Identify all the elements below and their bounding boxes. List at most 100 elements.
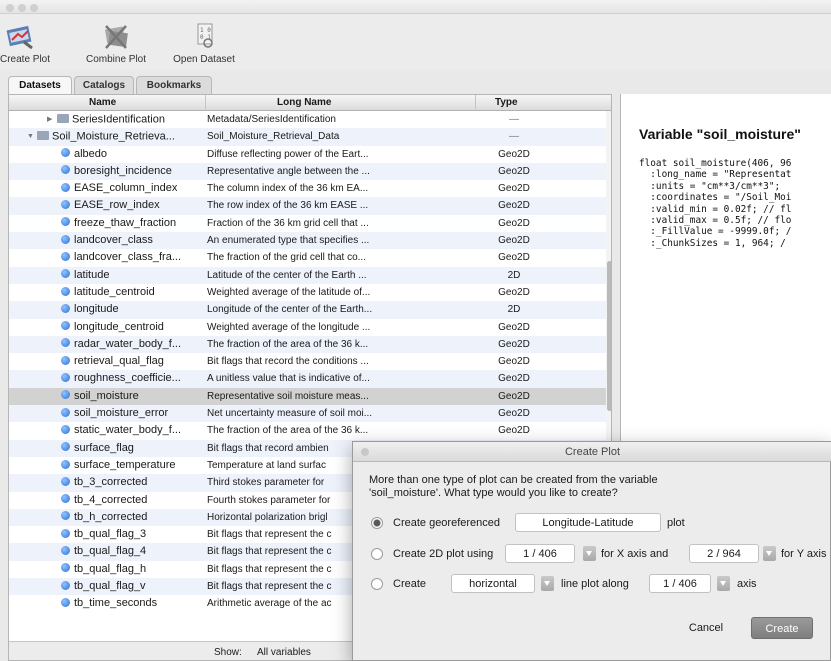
row-name-cell: tb_qual_flag_4 [9,543,205,560]
row-name-cell: tb_qual_flag_3 [9,526,205,543]
create-plot-button[interactable]: Create Plot [0,22,51,65]
cancel-button[interactable]: Cancel [673,617,739,639]
row-long-name: Longitude of the center of the Earth... [207,304,373,316]
table-row[interactable]: albedo Diffuse reflecting power of the Ea… [9,146,611,163]
variable-icon [61,528,70,538]
column-header-long-name[interactable]: Long Name [277,97,331,108]
option-line-plot-suffix: axis [737,578,757,590]
scrollbar-thumb[interactable] [607,261,611,411]
window-controls[interactable] [6,3,46,12]
line-axis-field[interactable]: 1 / 406 [649,574,711,593]
create-button[interactable]: Create [751,617,813,639]
column-header-name[interactable]: Name [89,97,116,108]
row-name-cell: longitude_centroid [9,319,205,336]
dialog-title: Create Plot [564,446,621,458]
georef-projection-select[interactable]: Longitude-Latitude [515,513,661,532]
variable-icon [61,390,70,400]
toolbar: Create Plot Combine Plot 1 0 0 1 Open Da… [0,14,831,70]
create-plot-label: Create Plot [0,54,51,65]
column-header-type[interactable]: Type [495,97,518,108]
radio-line-plot[interactable] [371,578,383,590]
row-type: Geo2D [498,252,530,264]
table-row[interactable]: soil_moisture Representative soil moistur… [9,387,611,406]
row-name: radar_water_body_f... [74,337,182,350]
row-name: tb_h_corrected [74,510,148,523]
variable-icon [61,511,70,521]
row-long-name: The fraction of the area of the 36 k... [207,338,369,350]
table-row[interactable]: latitude_centroid Weighted average of the… [9,284,611,301]
tab-catalogs[interactable]: Catalogs [74,76,134,94]
combine-plot-icon [100,22,132,52]
radio-2d-plot[interactable] [371,548,383,560]
variable-icon [61,580,70,590]
window-titlebar [0,0,831,14]
table-row[interactable]: landcover_class_fra... The fraction of th… [9,249,611,266]
table-row[interactable]: EASE_row_index The row index of the 36 km… [9,197,611,215]
table-row[interactable]: roughness_coefficie... A unitless value t… [9,370,611,388]
dialog-close-button[interactable] [361,448,369,456]
row-type: — [509,131,519,143]
row-name-cell: tb_h_corrected [9,509,205,526]
row-name: landcover_class_fra... [74,251,181,264]
table-row[interactable]: EASE_column_index The column index of the… [9,180,611,197]
table-row[interactable]: boresight_incidence Representative angle … [9,162,611,181]
x-axis-field[interactable]: 1 / 406 [505,544,575,563]
row-long-name: Net uncertainty measure of soil moi... [207,408,373,420]
tab-datasets[interactable]: Datasets [8,76,72,94]
row-name: surface_flag [74,441,134,454]
dialog-titlebar: Create Plot [353,442,831,462]
row-long-name: Representative soil moisture meas... [207,390,369,402]
variable-icon [61,546,70,556]
row-type: Geo2D [498,235,530,247]
variable-icon [61,165,70,175]
show-filter-select[interactable]: All variables [251,645,317,660]
row-name-cell: landcover_class_fra... [9,249,205,266]
table-row[interactable]: longitude Longitude of the center of the … [9,301,611,319]
disclosure-open-icon[interactable]: ▼ [27,128,37,145]
x-axis-dropdown-icon[interactable] [583,546,596,561]
open-dataset-button[interactable]: 1 0 0 1 Open Dataset [168,22,240,65]
row-name: albedo [74,147,108,160]
orientation-dropdown-icon[interactable] [541,576,554,591]
row-name: surface_temperature [74,458,176,471]
table-row[interactable]: ▶ SeriesIdentification Metadata/SeriesIden… [9,111,611,128]
row-name: latitude [74,268,110,281]
row-name: longitude_centroid [74,320,164,333]
table-row[interactable]: landcover_class An enumerated type that s… [9,232,611,250]
tab-bookmarks[interactable]: Bookmarks [136,76,212,94]
row-name-cell: tb_qual_flag_v [9,578,205,595]
y-axis-dropdown-icon[interactable] [763,546,776,561]
row-name-cell: static_water_body_f... [9,422,205,439]
row-name: EASE_column_index [74,182,178,195]
row-name: soil_moisture [74,389,139,402]
row-name: tb_qual_flag_v [74,580,146,593]
group-folder-icon [37,131,49,141]
row-type: Geo2D [498,408,530,420]
table-row[interactable]: static_water_body_f... The fraction of th… [9,422,611,439]
row-name-cell: EASE_row_index [9,197,205,214]
disclosure-closed-icon[interactable]: ▶ [47,111,57,128]
variable-icon [61,355,70,365]
variable-icon [61,424,70,434]
table-row[interactable]: radar_water_body_f... The fraction of the… [9,335,611,354]
combine-plot-button[interactable]: Combine Plot [80,22,152,65]
table-row[interactable]: retrieval_qual_flag Bit flags that record… [9,353,611,370]
variable-icon [61,407,70,417]
table-row[interactable]: longitude_centroid Weighted average of th… [9,319,611,336]
y-axis-field[interactable]: 2 / 964 [689,544,759,563]
table-row[interactable]: soil_moisture_error Net uncertainty measu… [9,405,611,423]
variable-title: Variable "soil_moisture" [639,126,801,142]
row-name-cell: tb_time_seconds [9,595,205,612]
row-name: tb_3_corrected [74,476,148,489]
row-long-name: The fraction of the grid cell that co... [207,252,366,264]
row-name: soil_moisture_error [74,407,169,420]
table-row[interactable]: latitude Latitude of the center of the Ea… [9,266,611,284]
row-name: Soil_Moisture_Retrieva... [52,130,175,143]
table-row[interactable]: ▼ Soil_Moisture_Retrieva... Soil_Moisture_… [9,128,611,146]
radio-georeferenced[interactable] [371,517,383,529]
table-row[interactable]: freeze_thaw_fraction Fraction of the 36 k… [9,215,611,232]
line-axis-dropdown-icon[interactable] [717,576,730,591]
variable-icon [61,494,70,504]
row-type: Geo2D [498,373,530,385]
line-orientation-select[interactable]: horizontal [451,574,535,593]
